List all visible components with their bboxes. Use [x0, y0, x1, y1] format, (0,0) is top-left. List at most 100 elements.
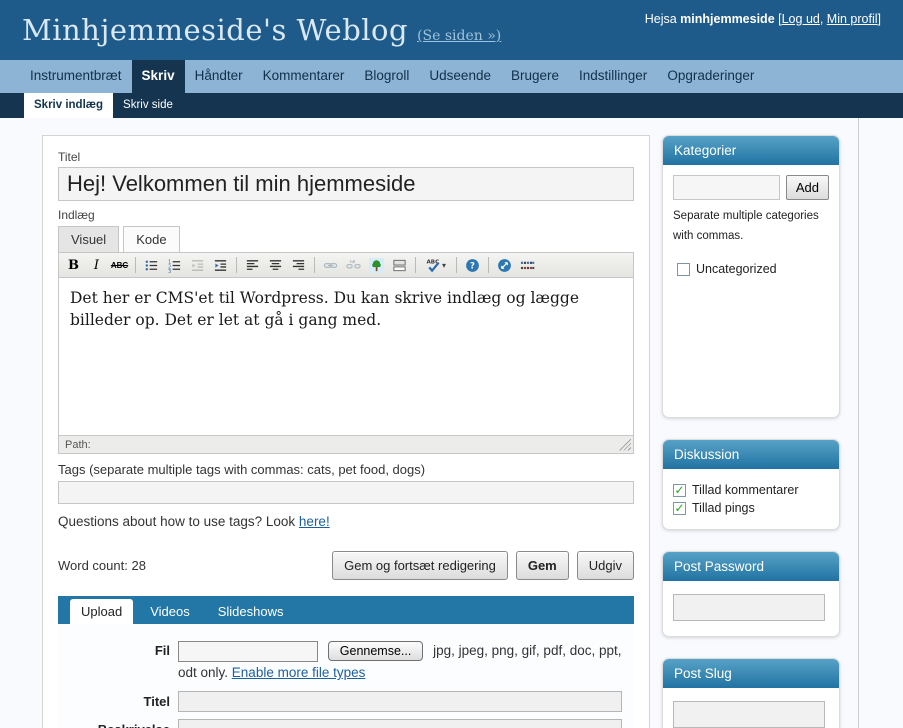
- strikethrough-icon[interactable]: ABC: [109, 255, 130, 275]
- unlink-icon[interactable]: [343, 255, 364, 275]
- profile-link[interactable]: Min profil: [827, 12, 878, 26]
- upload-title-input[interactable]: [178, 691, 622, 712]
- category-label: Uncategorized: [696, 262, 777, 276]
- bracket: [: [775, 12, 782, 26]
- post-password-input[interactable]: [673, 594, 825, 621]
- logout-link[interactable]: Log ud: [782, 12, 820, 26]
- path-label: Path:: [65, 439, 91, 451]
- tab-code[interactable]: Kode: [123, 226, 179, 252]
- nav-item-kommentarer[interactable]: Kommentarer: [253, 60, 355, 93]
- add-category-button[interactable]: Add: [786, 175, 829, 200]
- sidebar: Kategorier Add Separate multiple categor…: [662, 135, 840, 728]
- username: minhjemmeside: [680, 12, 774, 26]
- greeting-text: Hejsa: [645, 12, 680, 26]
- word-count-label: Word count:: [58, 558, 128, 573]
- toolbar-separator: [314, 257, 315, 273]
- enable-file-types-link[interactable]: Enable more file types: [232, 665, 366, 680]
- link-icon[interactable]: [320, 255, 341, 275]
- post-title-label: Titel: [58, 150, 634, 164]
- user-info: Hejsa minhjemmeside [Log ud, Min profil]: [645, 12, 881, 26]
- blog-title: Minhjemmeside's Weblog: [22, 13, 408, 47]
- nav-item-indstillinger[interactable]: Indstillinger: [569, 60, 657, 93]
- more-tag-icon[interactable]: [389, 255, 410, 275]
- view-site-link[interactable]: (Se siden »): [417, 28, 501, 44]
- post-password-box: Post Password: [662, 551, 840, 637]
- svg-text:3: 3: [168, 269, 171, 273]
- svg-text:?: ?: [470, 260, 475, 270]
- allow-pings-label: Tillad pings: [692, 501, 755, 515]
- toolbar-separator: [236, 257, 237, 273]
- discussion-header: Diskussion: [663, 440, 839, 469]
- spellcheck-icon[interactable]: ABC: [421, 255, 451, 275]
- upload-tabs: Upload Videos Slideshows: [58, 596, 634, 624]
- tab-slideshows[interactable]: Slideshows: [207, 599, 295, 624]
- checkbox-uncategorized[interactable]: [677, 263, 690, 276]
- subnav-item-skriv-indlaeg[interactable]: Skriv indlæg: [24, 93, 113, 118]
- category-item: Uncategorized: [673, 262, 829, 276]
- nav-item-skriv[interactable]: Skriv: [132, 60, 185, 93]
- top-navigation: Instrumentbræt Skriv Håndter Kommentarer…: [0, 60, 903, 93]
- categories-header: Kategorier: [663, 136, 839, 165]
- file-input[interactable]: [178, 641, 318, 662]
- resize-handle-icon[interactable]: [619, 439, 631, 451]
- post-slug-header: Post Slug: [663, 659, 839, 688]
- bold-icon[interactable]: B: [63, 255, 84, 275]
- post-slug-input[interactable]: [673, 701, 825, 728]
- image-icon[interactable]: [366, 255, 387, 275]
- indent-icon[interactable]: [210, 255, 231, 275]
- discussion-option: Tillad kommentarer: [673, 483, 829, 497]
- nav-item-haandter[interactable]: Håndter: [185, 60, 253, 93]
- categories-box: Kategorier Add Separate multiple categor…: [662, 135, 840, 418]
- checkbox-allow-pings[interactable]: [673, 502, 686, 515]
- fullscreen-icon[interactable]: [494, 255, 515, 275]
- tags-help-link[interactable]: here!: [299, 514, 330, 529]
- browse-button[interactable]: Gennemse...: [328, 641, 424, 661]
- tab-upload[interactable]: Upload: [70, 599, 133, 624]
- post-password-header: Post Password: [663, 552, 839, 581]
- toolbar-separator: [488, 257, 489, 273]
- save-button[interactable]: Gem: [516, 551, 569, 580]
- upload-title-label: Titel: [70, 691, 178, 713]
- outdent-icon[interactable]: [187, 255, 208, 275]
- nav-item-udseende[interactable]: Udseende: [419, 60, 501, 93]
- subnav-item-skriv-side[interactable]: Skriv side: [113, 93, 183, 118]
- help-icon[interactable]: ?: [462, 255, 483, 275]
- align-left-icon[interactable]: [242, 255, 263, 275]
- italic-icon[interactable]: I: [86, 255, 107, 275]
- category-input[interactable]: [673, 175, 780, 200]
- allow-comments-label: Tillad kommentarer: [692, 483, 799, 497]
- post-content-label: Indlæg: [58, 208, 634, 222]
- align-right-icon[interactable]: [288, 255, 309, 275]
- word-count: Word count: 28: [58, 558, 146, 573]
- nav-item-instrumentbraet[interactable]: Instrumentbræt: [20, 60, 132, 93]
- nav-item-opgraderinger[interactable]: Opgraderinger: [657, 60, 764, 93]
- save-continue-button[interactable]: Gem og fortsæt redigering: [332, 551, 508, 580]
- tab-visual[interactable]: Visuel: [58, 226, 119, 252]
- tab-videos[interactable]: Videos: [139, 599, 201, 624]
- post-content-editor[interactable]: Det her er CMS'et til Wordpress. Du kan …: [58, 278, 634, 436]
- word-count-value: 28: [131, 558, 145, 573]
- toolbar-separator: [415, 257, 416, 273]
- tags-help-text: Questions about how to use tags? Look: [58, 514, 299, 529]
- toolbar-separator: [456, 257, 457, 273]
- align-center-icon[interactable]: [265, 255, 286, 275]
- nav-item-brugere[interactable]: Brugere: [501, 60, 569, 93]
- post-title-input[interactable]: [58, 167, 634, 201]
- sub-navigation: Skriv indlæg Skriv side: [0, 93, 903, 118]
- write-post-panel: Titel Indlæg Visuel Kode B I ABC 123: [42, 135, 650, 728]
- publish-button[interactable]: Udgiv: [577, 551, 634, 580]
- editor-path-bar: Path:: [58, 436, 634, 454]
- editor-mode-tabs: Visuel Kode: [58, 226, 634, 252]
- checkbox-allow-comments[interactable]: [673, 484, 686, 497]
- nav-item-blogroll[interactable]: Blogroll: [354, 60, 419, 93]
- numbered-list-icon[interactable]: 123: [164, 255, 185, 275]
- bullet-list-icon[interactable]: [141, 255, 162, 275]
- upload-box: Upload Videos Slideshows Fil Gennemse...…: [58, 596, 634, 728]
- tags-input[interactable]: [58, 481, 634, 504]
- kitchen-sink-icon[interactable]: [517, 255, 538, 275]
- discussion-box: Diskussion Tillad kommentarer Tillad pin…: [662, 439, 840, 530]
- categories-help-text: Separate multiple categories with commas…: [673, 207, 829, 246]
- upload-description-textarea[interactable]: [178, 719, 622, 728]
- discussion-option: Tillad pings: [673, 501, 829, 515]
- file-label: Fil: [70, 640, 178, 685]
